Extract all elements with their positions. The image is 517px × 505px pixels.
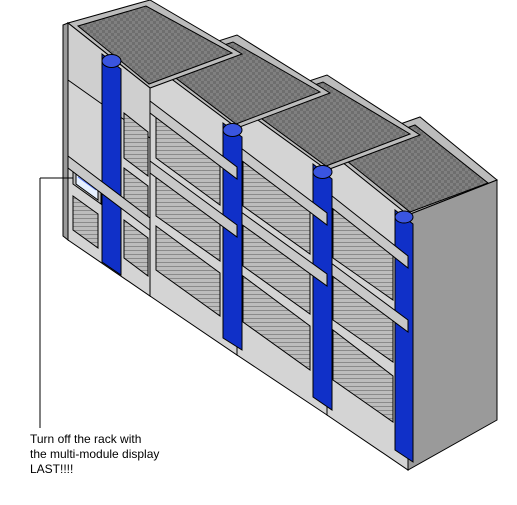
callout-text: Turn off the rack with the multi-module …: [30, 432, 160, 477]
diagram-stage: Turn off the rack with the multi-module …: [0, 0, 517, 505]
server-rack-diagram: [0, 0, 517, 505]
rack-4: [327, 117, 497, 470]
